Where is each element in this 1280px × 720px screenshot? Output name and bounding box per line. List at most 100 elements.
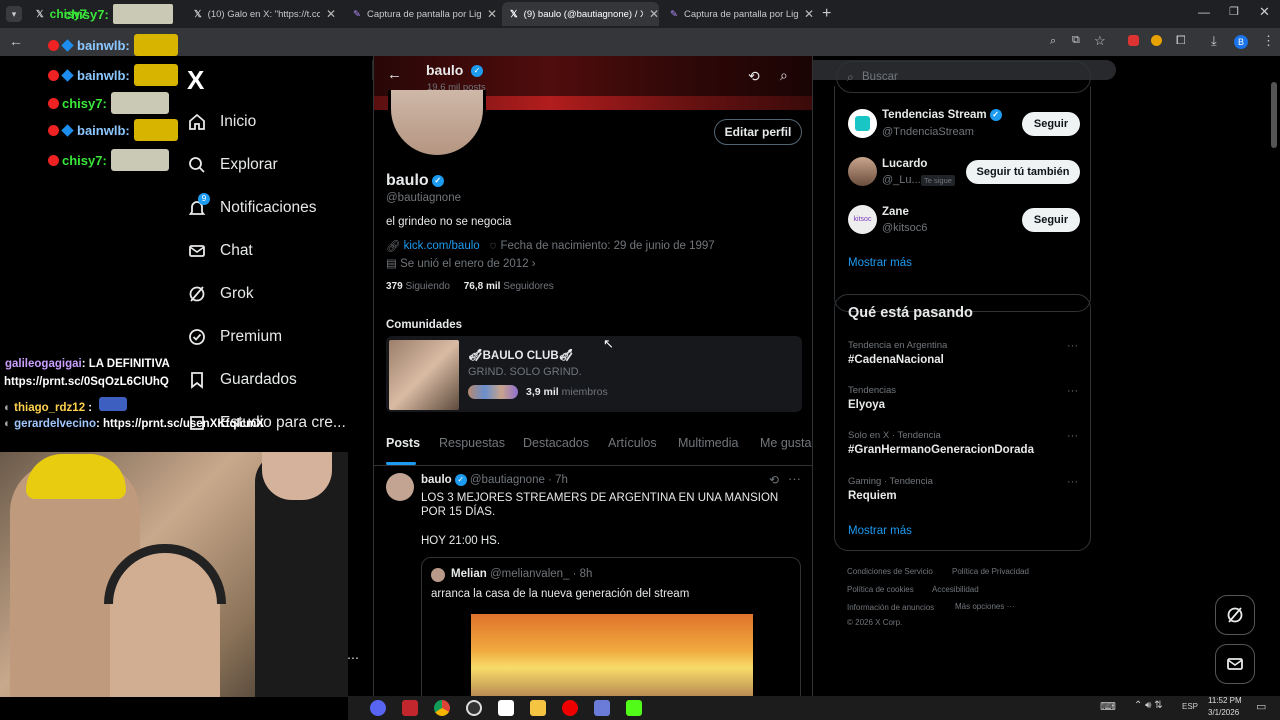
browser-tab[interactable]: ✎ Captura de pantalla por Lightsh ✕ (345, 2, 497, 26)
messages-fab-button[interactable] (1215, 644, 1255, 684)
profile-avatar[interactable]: B (1234, 35, 1248, 49)
kick-icon[interactable] (626, 700, 642, 716)
avatar[interactable] (388, 90, 486, 158)
app-icon[interactable] (402, 700, 418, 716)
menu-dots-icon[interactable]: ⋮ (1262, 33, 1275, 49)
tab-media[interactable]: Multimedia (678, 436, 738, 450)
trend-item[interactable]: Tendencia en Argentina #CadenaNacional ··… (848, 340, 1078, 366)
nav-item-bookmarks[interactable]: Guardados (186, 369, 297, 391)
nav-item-grok[interactable]: Grok (186, 283, 254, 305)
more-options-icon[interactable]: ··· (1067, 476, 1078, 488)
opera-icon[interactable] (562, 700, 578, 716)
search-icon[interactable]: ⌕ (780, 67, 788, 84)
close-icon[interactable]: ✕ (804, 7, 814, 21)
follow-button[interactable]: Seguir (1022, 208, 1080, 232)
minimize-icon[interactable]: — (1198, 5, 1210, 19)
follow-button[interactable]: Seguir (1022, 112, 1080, 136)
x-logo[interactable]: X (187, 65, 204, 96)
download-icon[interactable]: ⤓ (1211, 33, 1217, 49)
page-scrollbar[interactable] (1271, 82, 1277, 148)
follow-back-button[interactable]: Seguir tú también (966, 160, 1080, 184)
nav-item-premium[interactable]: Premium (186, 326, 282, 348)
back-arrow-icon[interactable]: ← (387, 66, 402, 83)
app-icon[interactable] (594, 700, 610, 716)
close-window-icon[interactable]: ✕ (1259, 4, 1270, 20)
nav-item-explore[interactable]: Explorar (186, 154, 278, 176)
profile-link[interactable]: kick.com/baulo (404, 240, 480, 252)
quoted-image[interactable] (471, 614, 753, 696)
nav-item-notifications[interactable]: 9 Notificaciones (186, 193, 317, 219)
more-options-icon[interactable]: ··· (1067, 340, 1078, 352)
suggest-avatar[interactable]: kitsoc (848, 205, 877, 234)
more-options-icon[interactable]: ⋯ (347, 651, 359, 665)
close-icon[interactable]: ✕ (487, 7, 497, 21)
discord-icon[interactable] (370, 700, 386, 716)
close-icon[interactable]: ✕ (649, 7, 659, 21)
header-name: baulo (426, 62, 464, 78)
extension-icon[interactable] (1151, 35, 1162, 46)
tab-articles[interactable]: Artículos (608, 436, 657, 450)
tab-highlights[interactable]: Destacados (523, 436, 589, 450)
close-icon[interactable]: ✕ (326, 7, 336, 21)
back-icon[interactable]: ← (9, 33, 23, 49)
tab-likes[interactable]: Me gusta (760, 436, 811, 450)
footer-link[interactable]: Información de anuncios (847, 603, 934, 612)
show-more-link[interactable]: Mostrar más (848, 257, 912, 269)
community-card[interactable]: 🎻︎BAULO CLUB🎻︎ GRIND. SOLO GRIND. 3,9 mi… (386, 336, 802, 412)
grok-icon[interactable]: ⟲ (769, 473, 779, 487)
browser-tab[interactable]: 𝕏 (10) Galo en X: "https://t.co/kA ✕ (186, 2, 336, 26)
footer-link[interactable]: Condiciones de Servicio (847, 567, 933, 576)
trend-item[interactable]: Solo en X · Tendencia #GranHermanoGenerac… (848, 430, 1078, 456)
notification-icon[interactable]: ▭ (1256, 700, 1266, 713)
post-text-2: HOY 21:00 HS. (421, 535, 501, 547)
extension-icon[interactable] (1128, 35, 1139, 46)
footer-link[interactable]: Accesibilidad (932, 585, 979, 594)
suggest-name[interactable]: Lucardo (882, 158, 927, 170)
tray-icons[interactable]: ⌃ 🔊︎ ⇅ (1134, 700, 1163, 711)
nav-item-home[interactable]: Inicio (186, 111, 256, 133)
quoted-post[interactable]: Melian @melianvalen_ · 8h arranca la cas… (421, 557, 801, 696)
edit-profile-button[interactable]: Editar perfil (714, 119, 802, 145)
tab-posts[interactable]: Posts (386, 436, 420, 450)
cast-icon[interactable]: ⧉ (1072, 34, 1080, 47)
post[interactable]: baulo ✓ @bautiagnone · 7h ⟲ ··· LOS 3 MEJ… (374, 468, 812, 696)
more-options-icon[interactable]: ··· (1067, 430, 1078, 442)
new-tab-button[interactable]: + (822, 5, 831, 23)
footer-link[interactable]: Política de Privacidad (952, 567, 1029, 576)
chrome-icon[interactable] (434, 700, 450, 716)
zoom-icon[interactable]: ⌕ (1050, 35, 1056, 48)
browser-tab[interactable]: ✎ Captura de pantalla por Lightsh ✕ (662, 2, 814, 26)
post-avatar[interactable] (386, 473, 414, 501)
more-options-icon[interactable]: ··· (1067, 385, 1078, 397)
suggest-avatar[interactable] (848, 157, 877, 186)
grok-fab-button[interactable] (1215, 595, 1255, 635)
obs-icon[interactable] (466, 700, 482, 716)
more-options-icon[interactable]: ··· (788, 471, 801, 486)
following-link[interactable]: 379 Siguiendo (386, 281, 450, 292)
show-more-link[interactable]: Mostrar más (848, 525, 912, 537)
tab-replies[interactable]: Respuestas (439, 436, 505, 450)
suggest-name[interactable]: Tendencias Stream ✓ (882, 109, 1002, 121)
post-author-name[interactable]: baulo (421, 474, 452, 486)
bookmark-star-icon[interactable]: ☆ (1094, 33, 1106, 49)
capcut-icon[interactable] (498, 700, 514, 716)
browser-tab-active[interactable]: 𝕏 (9) baulo (@bautiagnone) / X ✕ (502, 2, 659, 26)
language-indicator[interactable]: ESP (1182, 702, 1198, 711)
footer-link[interactable]: Más opciones ··· (955, 602, 1015, 611)
puzzle-icon[interactable]: ⧠ (1176, 33, 1186, 48)
keyboard-icon[interactable]: ⌨ (1100, 700, 1116, 713)
maximize-icon[interactable]: ❐ (1229, 5, 1239, 18)
nav-item-chat[interactable]: Chat (186, 240, 253, 262)
suggest-avatar[interactable] (848, 109, 877, 138)
clock-date[interactable]: 3/1/2026 (1208, 708, 1239, 717)
profile-joined-row[interactable]: ▤ Se unió el enero de 2012 › (386, 256, 536, 270)
clock-time[interactable]: 11:52 PM (1208, 696, 1242, 705)
file-explorer-icon[interactable] (530, 700, 546, 716)
footer-link[interactable]: Política de cookies (847, 585, 914, 594)
trend-item[interactable]: Gaming · Tendencia Requiem ··· (848, 476, 1078, 502)
grok-icon[interactable]: ⟲ (748, 68, 760, 85)
trend-item[interactable]: Tendencias Elyoya ··· (848, 385, 1078, 411)
followers-link[interactable]: 76,8 mil Seguidores (464, 281, 554, 292)
suggest-name[interactable]: Zane (882, 206, 909, 218)
tab-search-button[interactable]: ▾ (6, 6, 22, 22)
